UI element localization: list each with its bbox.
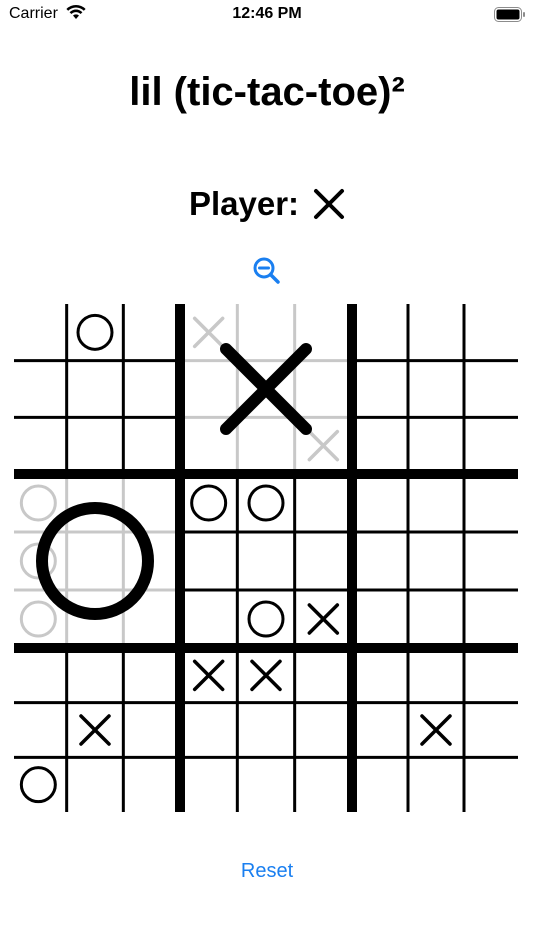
x-mark (420, 714, 452, 746)
x-mark (79, 714, 111, 746)
o-mark (19, 600, 57, 638)
x-mark (192, 659, 225, 692)
o-mark (190, 484, 228, 522)
game-board[interactable] (0, 0, 534, 950)
o-mark (76, 313, 114, 351)
o-mark (19, 766, 57, 804)
big-o-mark (36, 502, 154, 620)
o-mark (247, 484, 285, 522)
x-mark (250, 659, 282, 692)
x-mark (192, 316, 225, 349)
reset-button[interactable]: Reset (0, 860, 534, 883)
o-mark (19, 484, 57, 522)
x-mark (307, 603, 340, 635)
x-mark (307, 429, 340, 462)
o-mark (247, 600, 285, 638)
